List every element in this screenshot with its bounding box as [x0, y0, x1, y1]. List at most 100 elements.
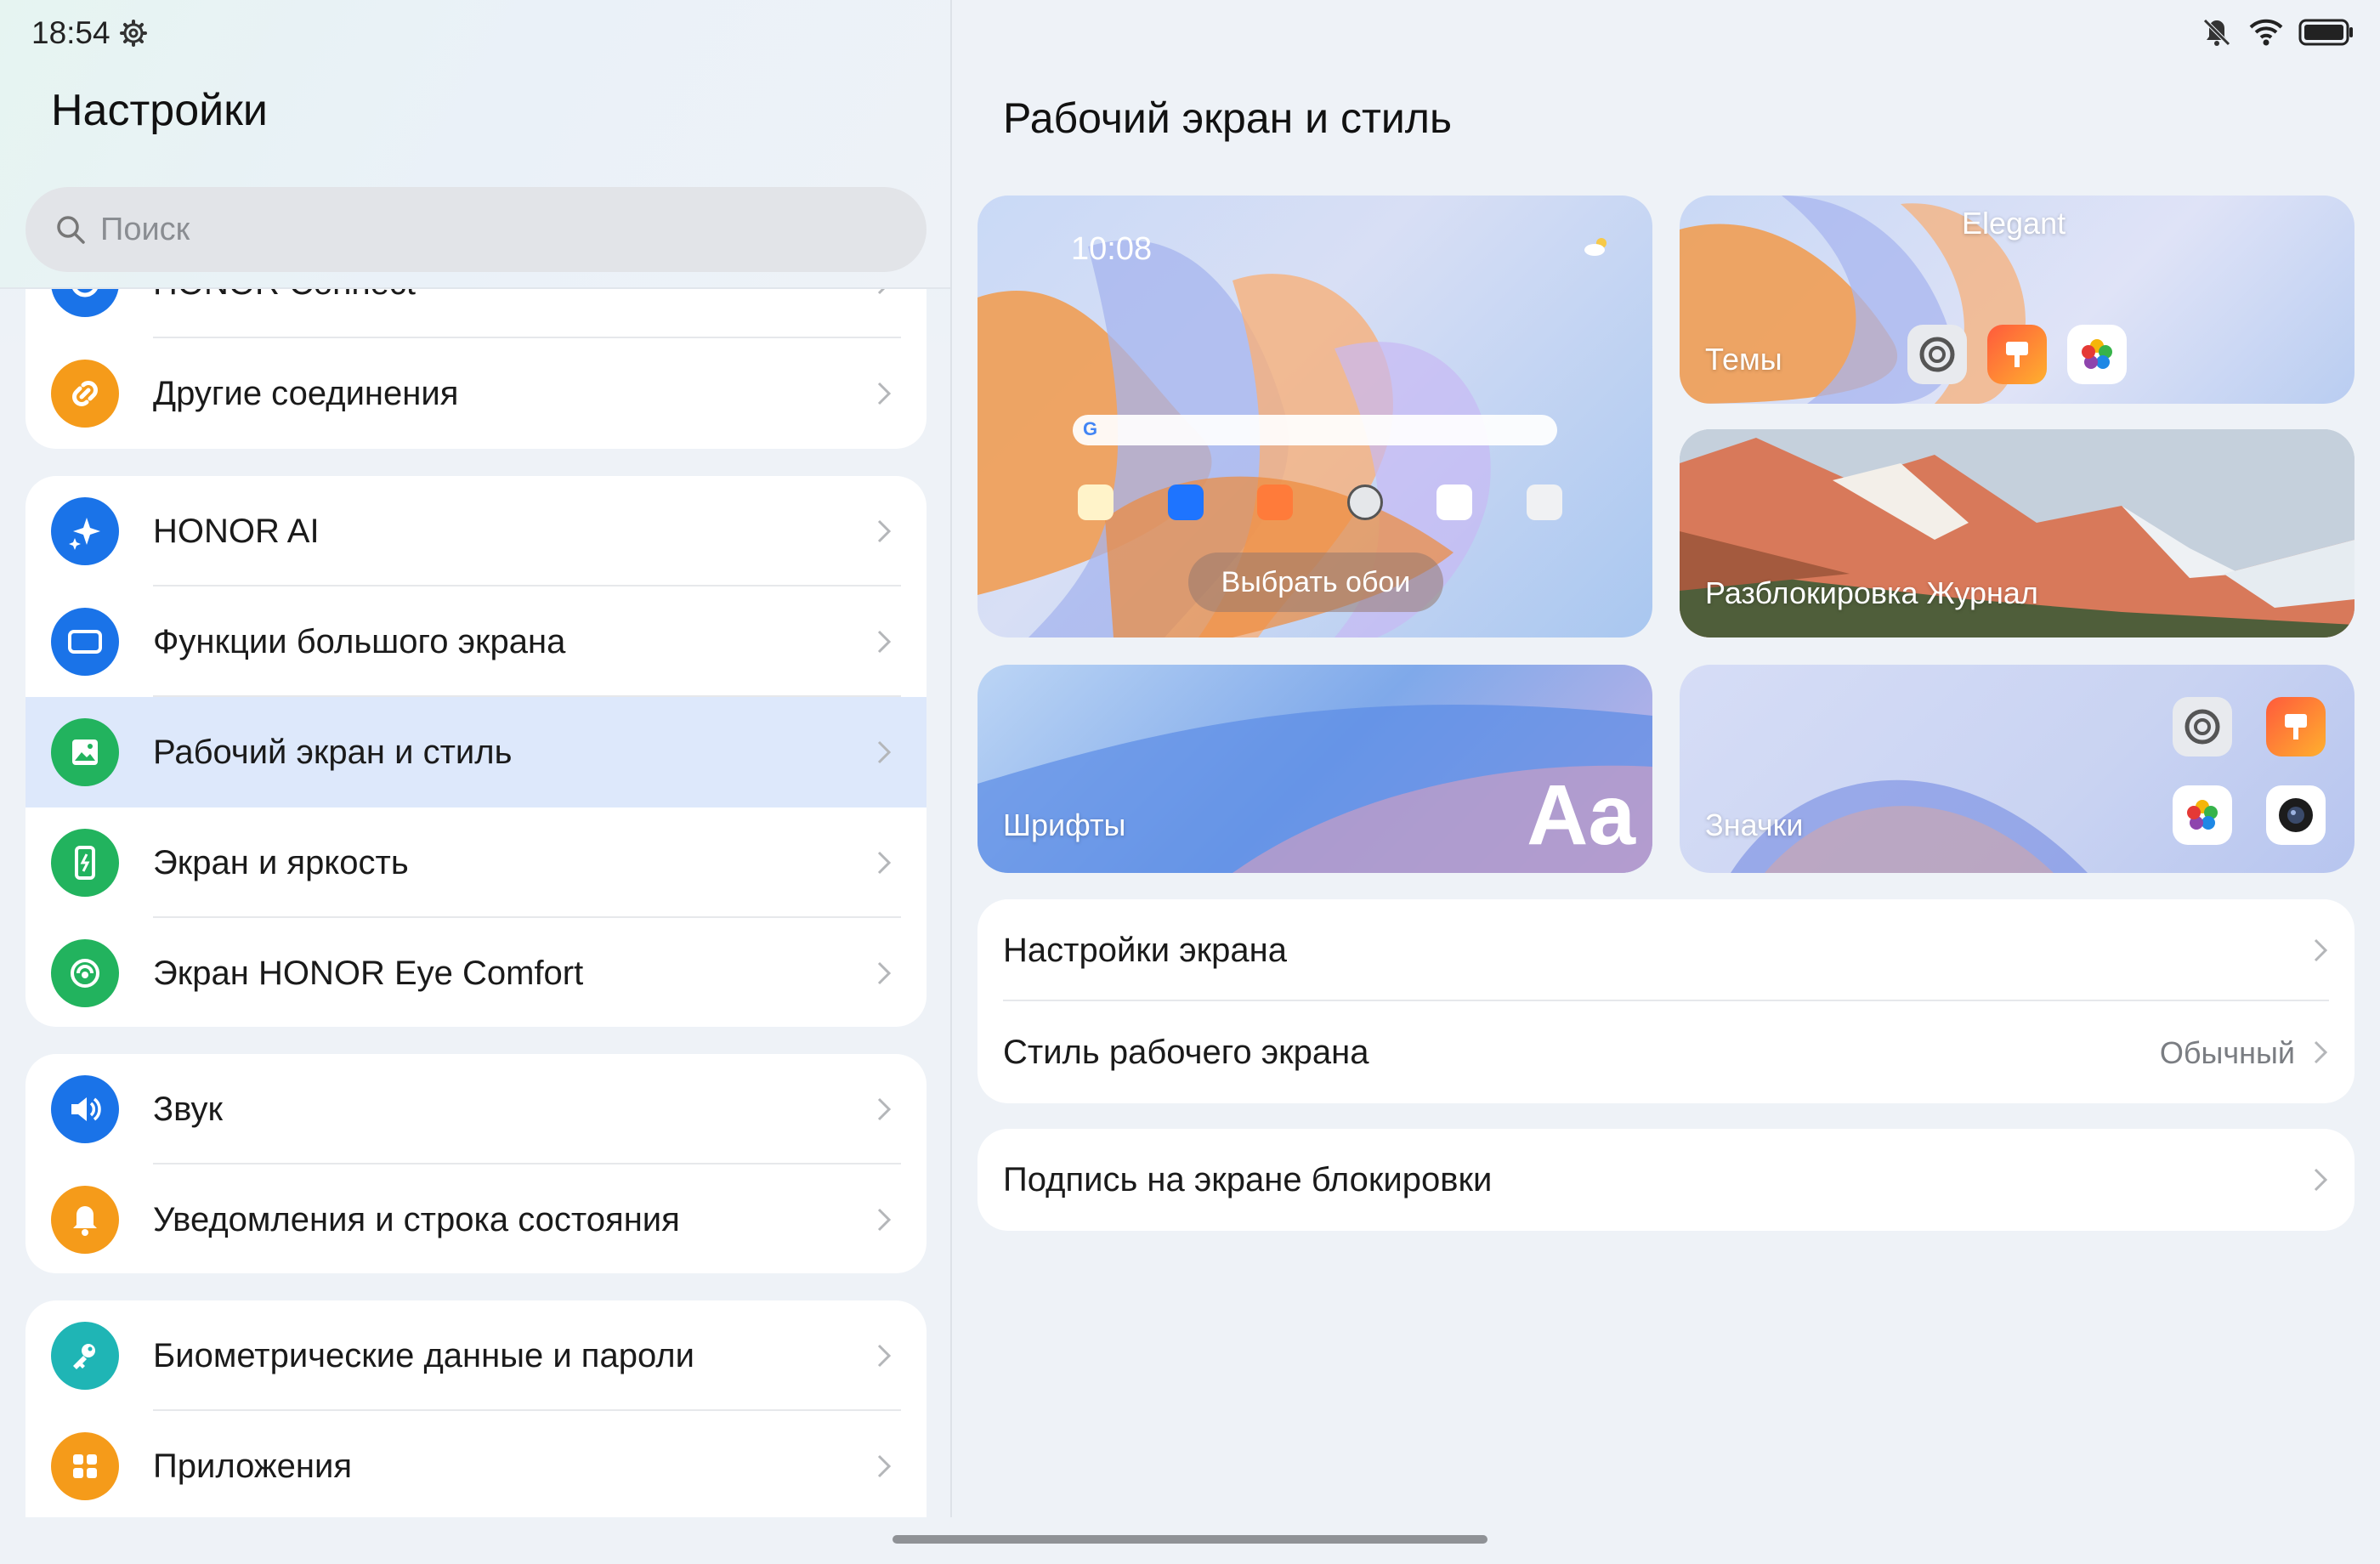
- chevron-right-icon: [2314, 1040, 2328, 1064]
- eye-comfort-icon: [51, 939, 119, 1007]
- camera-app-icon: [2266, 785, 2326, 845]
- sidebar-item-eye-comfort[interactable]: Экран HONOR Eye Comfort: [26, 918, 926, 1027]
- sidebar-item-label: Экран и яркость: [153, 843, 409, 881]
- speaker-icon: [51, 1075, 119, 1143]
- sidebar-item-label: Приложения: [153, 1447, 353, 1485]
- sidebar-item-label: Функции большого экрана: [153, 622, 566, 660]
- sidebar-item-other-connections[interactable]: Другие соединения: [26, 338, 926, 449]
- sidebar-item-label: HONOR AI: [153, 512, 320, 550]
- sidebar-item-label: Биометрические данные и пароли: [153, 1336, 694, 1374]
- weather-icon: [1584, 238, 1606, 256]
- themes-app-icon: [2266, 697, 2326, 756]
- chevron-right-icon: [877, 851, 892, 875]
- sidebar-item-sound[interactable]: Звук: [26, 1054, 926, 1164]
- settings-app-icon: [1907, 325, 1967, 384]
- chevron-right-icon: [877, 382, 892, 405]
- sidebar-item-apps[interactable]: Приложения: [26, 1411, 926, 1517]
- link-icon: [51, 360, 119, 428]
- tablet-icon: [51, 608, 119, 676]
- clock-text: 18:54: [31, 15, 110, 50]
- sidebar-item-biometrics[interactable]: Биометрические данные и пароли: [26, 1300, 926, 1411]
- lock-magazine-tile[interactable]: Разблокировка Журнал: [1680, 429, 2354, 638]
- app-icon: [1436, 484, 1473, 520]
- page-title: Настройки: [51, 86, 268, 135]
- display-settings-row[interactable]: Настройки экрана: [978, 899, 2354, 1001]
- sidebar-item-label: Звук: [153, 1090, 224, 1128]
- app-icon: [1078, 484, 1114, 520]
- sidebar-header: 18:54 Настройки Поиск: [0, 0, 950, 289]
- app-icon: [1526, 484, 1562, 520]
- themes-tile[interactable]: Elegant Темы: [1680, 196, 2354, 404]
- sidebar-item-label: Рабочий экран и стиль: [153, 733, 513, 771]
- sidebar-item-notifications[interactable]: Уведомления и строка состояния: [26, 1164, 926, 1273]
- key-icon: [51, 1322, 119, 1390]
- search-input[interactable]: Поиск: [26, 187, 926, 272]
- app-icon: [1346, 484, 1383, 520]
- lock-magazine-label: Разблокировка Журнал: [1705, 575, 2038, 610]
- row-label: Подпись на экране блокировки: [1003, 1161, 1493, 1198]
- bell-muted-icon: [2203, 19, 2230, 46]
- chevron-right-icon: [877, 1344, 892, 1368]
- row-label: Настройки экрана: [1003, 932, 1287, 969]
- lock-signature-card: Подпись на экране блокировки: [978, 1129, 2354, 1231]
- search-icon: [57, 216, 85, 244]
- sidebar-item-display-brightness[interactable]: Экран и яркость: [26, 808, 926, 918]
- themes-label: Темы: [1705, 342, 1782, 377]
- wifi-icon: [2249, 19, 2283, 46]
- gear-icon: [119, 20, 147, 47]
- sidebar-item-label: Другие соединения: [153, 374, 459, 412]
- google-icon: G: [1083, 418, 1098, 439]
- lock-screen-signature-row[interactable]: Подпись на экране блокировки: [978, 1129, 2354, 1231]
- status-time: 18:54: [31, 15, 148, 51]
- choose-wallpaper-button[interactable]: Выбрать обои: [1188, 552, 1443, 612]
- fonts-label: Шрифты: [1003, 808, 1126, 842]
- status-icons: [2200, 15, 2354, 49]
- sparkle-icon: [51, 497, 119, 565]
- sidebar-item-home-screen-style[interactable]: Рабочий экран и стиль: [26, 697, 926, 808]
- themes-app-icon: [1987, 325, 2047, 384]
- icons-label: Значки: [1705, 808, 1804, 842]
- home-indicator[interactable]: [892, 1535, 1488, 1544]
- preview-clock: 10:08: [1071, 231, 1153, 267]
- choose-wallpaper-label: Выбрать обои: [1221, 565, 1411, 598]
- chevron-right-icon: [877, 961, 892, 985]
- sidebar-item-label: Уведомления и строка состояния: [153, 1200, 680, 1238]
- gallery-app-icon: [2173, 785, 2232, 845]
- app-icon: [1257, 484, 1294, 520]
- chevron-right-icon: [877, 1208, 892, 1232]
- chevron-right-icon: [877, 519, 892, 543]
- theme-name: Elegant: [1962, 206, 2066, 241]
- settings-group-security: Биометрические данные и пароли Приложени…: [26, 1300, 926, 1517]
- sidebar-item-honor-ai[interactable]: HONOR AI: [26, 476, 926, 586]
- search-placeholder: Поиск: [100, 211, 190, 247]
- sidebar-item-label: Экран HONOR Eye Comfort: [153, 954, 584, 992]
- preview-dock: [1078, 484, 1562, 527]
- chevron-right-icon: [877, 740, 892, 764]
- section-title: Рабочий экран и стиль: [1003, 94, 1453, 142]
- chevron-right-icon: [877, 1097, 892, 1121]
- fonts-tile[interactable]: Шрифты Aa: [978, 665, 1652, 873]
- gallery-app-icon: [2067, 325, 2127, 384]
- wallpaper-tile[interactable]: 10:08 G Выбрать обои: [978, 196, 1652, 638]
- apps-icon: [51, 1432, 119, 1500]
- app-icon: [1167, 484, 1204, 520]
- icons-tile[interactable]: Значки: [1680, 665, 2354, 873]
- chevron-right-icon: [2314, 1168, 2328, 1192]
- row-value: Обычный: [2159, 1035, 2295, 1070]
- home-screen-style-row[interactable]: Стиль рабочего экрана Обычный: [978, 1001, 2354, 1103]
- display-settings-card: Настройки экрана Стиль рабочего экрана О…: [978, 899, 2354, 1103]
- preview-search-bar: G: [1073, 415, 1557, 445]
- battery-icon: [2298, 19, 2353, 46]
- settings-group-display: HONOR AI Функции большого экрана Рабочий…: [26, 476, 926, 1027]
- font-sample: Aa: [1527, 768, 1635, 863]
- settings-group-sound: Звук Уведомления и строка состояния: [26, 1054, 926, 1273]
- chevron-right-icon: [877, 1454, 892, 1478]
- chevron-right-icon: [2314, 938, 2328, 962]
- bell-icon: [51, 1186, 119, 1254]
- chevron-right-icon: [877, 630, 892, 654]
- image-icon: [51, 718, 119, 786]
- row-label: Стиль рабочего экрана: [1003, 1034, 1369, 1071]
- settings-sidebar: HONOR Connect Другие соединения HONOR AI: [0, 0, 952, 1517]
- sidebar-item-large-screen[interactable]: Функции большого экрана: [26, 586, 926, 697]
- phone-brightness-icon: [51, 829, 119, 897]
